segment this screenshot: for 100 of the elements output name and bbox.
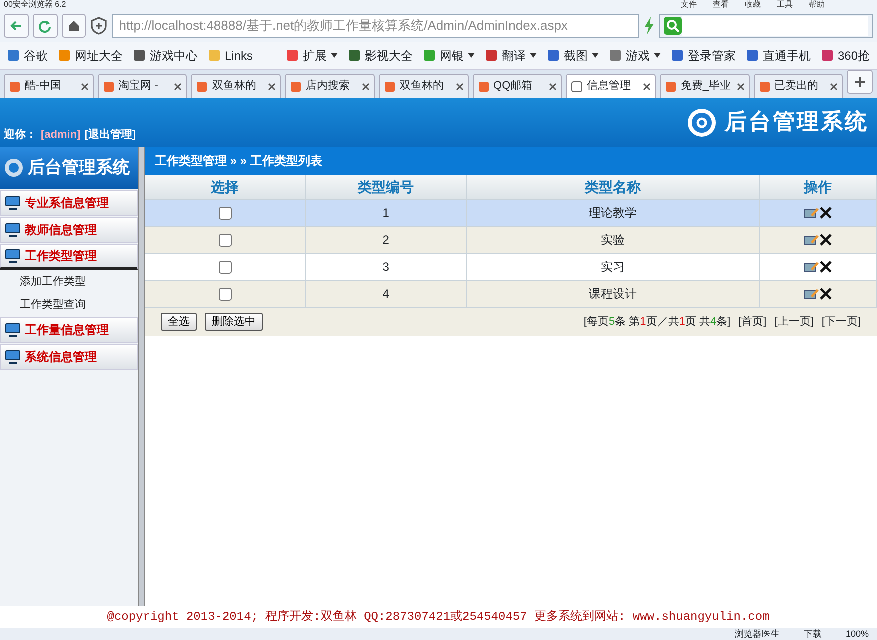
row-checkbox[interactable] (218, 234, 232, 246)
menu-item[interactable]: 收藏 (745, 0, 761, 10)
shield-icon (90, 17, 108, 35)
bookmark-link[interactable]: 登录管家 (668, 46, 739, 64)
bookmark-link[interactable]: 游戏中心 (130, 46, 201, 64)
browser-tab[interactable]: 信息管理 (566, 74, 656, 98)
bookmark-link[interactable]: 影视大全 (344, 46, 416, 64)
action-button[interactable]: 删除选中 (205, 313, 263, 331)
bookmark-link[interactable]: Links (205, 46, 256, 64)
pagination-link[interactable]: [下一页] (822, 314, 861, 330)
browser-tab[interactable]: 双鱼林的 (191, 74, 282, 98)
browser-tab[interactable]: 已卖出的 (754, 74, 844, 98)
menu-item[interactable]: 帮助 (809, 0, 825, 10)
table-row[interactable]: 2 实验 (145, 227, 877, 254)
status-item[interactable]: 下载 (804, 628, 822, 640)
bookmark-link[interactable]: 扩展 (282, 46, 341, 64)
bookmark-icon (484, 49, 498, 62)
bookmark-icon (208, 49, 221, 62)
bookmark-link[interactable]: 360抢 (818, 46, 873, 64)
bookmark-link[interactable]: 游戏 (606, 46, 664, 64)
address-field[interactable]: http://localhost:48888/基于.net的教师工作量核算系统/Admin/AdminIndex.aspx (112, 14, 640, 38)
sidebar-item[interactable]: 专业系信息管理 (0, 190, 138, 216)
page-icon (290, 80, 302, 92)
sidebar-item[interactable]: 系统信息管理 (0, 344, 138, 370)
menu-item[interactable]: 查看 (713, 0, 729, 10)
table-row[interactable]: 1 理论教学 (145, 200, 877, 227)
delete-icon[interactable] (820, 288, 832, 300)
sidebar-item[interactable]: 教师信息管理 (0, 217, 138, 243)
back-button[interactable] (4, 14, 29, 38)
bookmark-link[interactable]: 截图 (544, 46, 602, 64)
breadcrumb: 工作类型管理 » » 工作类型列表 (155, 153, 322, 170)
column-header: 选择 (145, 175, 306, 199)
page-icon (664, 80, 677, 92)
bookmark-icon (746, 49, 759, 62)
page-icon (9, 80, 21, 92)
table-row[interactable]: 3 实习 (145, 254, 877, 281)
welcome-label: 迎你： (4, 128, 37, 142)
delete-icon[interactable] (820, 207, 832, 219)
bookmark-link[interactable]: 谷歌 (4, 46, 51, 64)
plus-icon (855, 77, 866, 87)
search-field[interactable] (659, 14, 873, 38)
table-cell: 3 (306, 254, 468, 280)
bookmark-link[interactable]: 直通手机 (742, 46, 814, 64)
browser-tab[interactable]: 淘宝网 - (98, 74, 188, 98)
close-icon[interactable] (456, 82, 464, 90)
edit-icon[interactable] (804, 234, 820, 246)
refresh-icon (38, 19, 52, 33)
action-button[interactable]: 全选 (161, 313, 197, 331)
table-cell: 课程设计 (467, 281, 760, 307)
pagination-summary: [每页5条 第1页／共1页 共4条] (584, 314, 731, 330)
edit-icon[interactable] (804, 288, 820, 300)
monitor-icon (5, 323, 21, 337)
close-icon[interactable] (830, 82, 838, 90)
sidebar-item[interactable]: 工作类型管理 (0, 244, 138, 270)
home-button[interactable] (62, 14, 86, 38)
close-icon[interactable] (174, 82, 182, 90)
row-checkbox[interactable] (218, 288, 232, 300)
close-icon[interactable] (268, 82, 276, 90)
status-item[interactable]: 浏览器医生 (734, 628, 780, 640)
bookmark-link[interactable]: 翻译 (482, 46, 540, 64)
edit-icon[interactable] (804, 261, 820, 273)
page-icon (102, 80, 115, 92)
sidebar-subitem[interactable]: 添加工作类型 (0, 271, 138, 294)
row-checkbox[interactable] (218, 260, 232, 274)
bookmark-icon (608, 49, 622, 62)
left-arrow-icon (9, 19, 24, 33)
browser-tab[interactable]: 店内搜索 (285, 74, 375, 98)
bookmark-link[interactable]: 网址大全 (55, 46, 126, 64)
close-icon[interactable] (80, 82, 89, 90)
close-icon[interactable] (549, 82, 558, 90)
column-header: 类型编号 (306, 175, 468, 199)
sidebar-subitem[interactable]: 工作类型查询 (0, 294, 138, 316)
table-row[interactable]: 4 课程设计 (145, 281, 877, 308)
status-item[interactable]: 100% (846, 628, 869, 640)
page-icon (384, 80, 396, 92)
close-icon[interactable] (736, 82, 745, 90)
close-icon[interactable] (362, 82, 370, 90)
menu-item[interactable]: 文件 (681, 0, 697, 10)
browser-tab[interactable]: 双鱼林的 (378, 74, 469, 98)
browser-tab[interactable]: QQ邮箱 (472, 74, 562, 98)
pagination-link[interactable]: [首页] (738, 314, 767, 330)
edit-icon[interactable] (804, 207, 820, 219)
delete-icon[interactable] (820, 261, 832, 273)
monitor-icon (5, 196, 21, 210)
pagination-link[interactable]: [上一页] (774, 314, 814, 330)
logout-link[interactable]: [退出管理] (84, 126, 136, 143)
close-icon[interactable] (642, 82, 651, 90)
row-checkbox[interactable] (218, 206, 232, 220)
browser-tab[interactable]: 免费_毕业 (660, 74, 750, 98)
table-cell: 4 (306, 281, 468, 307)
website-link[interactable]: www.shuangyulin.com (632, 610, 770, 624)
bookmark-link[interactable]: 网银 (420, 46, 478, 64)
new-tab-button[interactable] (847, 70, 873, 94)
app-title: 后台管理系统 (725, 110, 869, 135)
bookmark-icon (422, 49, 436, 62)
sidebar-item[interactable]: 工作量信息管理 (0, 317, 138, 343)
delete-icon[interactable] (820, 234, 832, 246)
menu-item[interactable]: 工具 (777, 0, 793, 10)
browser-tab[interactable]: 酷-中国 (4, 74, 94, 98)
bookmark-icon (133, 49, 146, 62)
